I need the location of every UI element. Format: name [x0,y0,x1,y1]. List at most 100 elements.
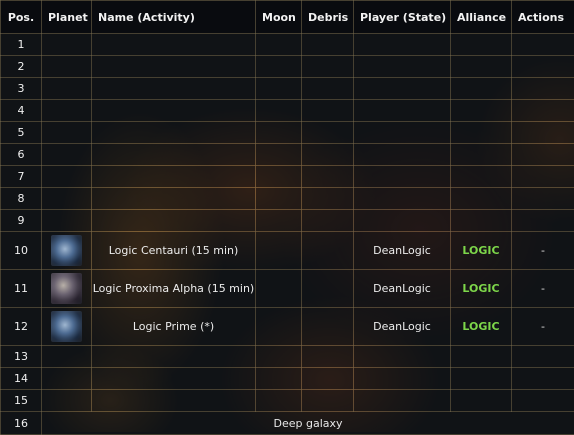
player-name-link[interactable]: DeanLogic [354,308,451,346]
debris-cell [302,368,354,390]
planet-cell [42,346,92,368]
planet-blue-icon[interactable] [51,311,82,342]
table-row: 11 Logic Proxima Alpha (15 min) DeanLogi… [1,270,574,308]
alliance-cell [451,122,512,144]
actions-cell [512,78,574,100]
moon-cell [256,188,302,210]
player-cell [354,368,451,390]
player-cell [354,210,451,232]
player-cell [354,78,451,100]
moon-cell [256,308,302,346]
moon-cell [256,78,302,100]
planet-cell [42,122,92,144]
position-cell: 5 [1,122,42,144]
player-cell [354,100,451,122]
name-cell [92,210,256,232]
table-row: 5 [1,122,574,144]
moon-cell [256,34,302,56]
planet-cell [42,210,92,232]
planet-cell [42,270,92,308]
debris-cell [302,188,354,210]
moon-cell [256,346,302,368]
col-alliance-header: Alliance [451,1,512,34]
galaxy-table: Pos. Planet Name (Activity) Moon Debris … [0,0,574,435]
actions-cell [512,368,574,390]
col-moon-header: Moon [256,1,302,34]
player-cell [354,188,451,210]
table-row: 9 [1,210,574,232]
player-cell [354,144,451,166]
debris-cell [302,144,354,166]
alliance-cell [451,78,512,100]
alliance-cell [451,346,512,368]
debris-cell [302,346,354,368]
moon-cell [256,144,302,166]
moon-cell [256,166,302,188]
planet-name-link[interactable]: Logic Proxima Alpha (15 min) [92,270,256,308]
actions-cell [512,34,574,56]
actions-cell [512,210,574,232]
player-name-link[interactable]: DeanLogic [354,270,451,308]
table-row: 4 [1,100,574,122]
alliance-link[interactable]: LOGIC [451,270,512,308]
debris-cell [302,390,354,412]
player-name-link[interactable]: DeanLogic [354,232,451,270]
alliance-link[interactable]: LOGIC [451,232,512,270]
planet-blue-icon[interactable] [51,235,82,266]
planet-cell [42,188,92,210]
debris-cell [302,270,354,308]
planet-name-link[interactable]: Logic Centauri (15 min) [92,232,256,270]
col-pos-header: Pos. [1,1,42,34]
table-row: 3 [1,78,574,100]
moon-cell [256,270,302,308]
planet-cell [42,144,92,166]
actions-cell [512,144,574,166]
position-cell: 8 [1,188,42,210]
actions-cell [512,188,574,210]
table-row: 15 [1,390,574,412]
alliance-cell [451,56,512,78]
table-row: 2 [1,56,574,78]
planet-cell [42,34,92,56]
alliance-cell [451,368,512,390]
position-cell: 3 [1,78,42,100]
deep-galaxy-row: 16 Deep galaxy [1,412,574,435]
name-cell [92,390,256,412]
name-cell [92,56,256,78]
planet-name-link[interactable]: Logic Prime (*) [92,308,256,346]
planet-grey-icon[interactable] [51,273,82,304]
col-debris-header: Debris [302,1,354,34]
name-cell [92,346,256,368]
table-row: 6 [1,144,574,166]
actions-cell [512,56,574,78]
position-cell: 1 [1,34,42,56]
actions-cell [512,122,574,144]
table-row: 12 Logic Prime (*) DeanLogic LOGIC - [1,308,574,346]
planet-cell [42,100,92,122]
position-cell: 2 [1,56,42,78]
position-cell: 14 [1,368,42,390]
name-cell [92,100,256,122]
debris-cell [302,56,354,78]
actions-cell [512,346,574,368]
alliance-link[interactable]: LOGIC [451,308,512,346]
name-cell [92,188,256,210]
table-row: 10 Logic Centauri (15 min) DeanLogic LOG… [1,232,574,270]
actions-cell [512,390,574,412]
planet-cell [42,308,92,346]
table-row: 7 [1,166,574,188]
alliance-cell [451,144,512,166]
galaxy-view: Pos. Planet Name (Activity) Moon Debris … [0,0,574,432]
table-row: 1 [1,34,574,56]
debris-cell [302,100,354,122]
actions-cell: - [512,232,574,270]
player-cell [354,346,451,368]
position-cell: 7 [1,166,42,188]
name-cell [92,166,256,188]
name-cell [92,122,256,144]
col-planet-header: Planet [42,1,92,34]
position-cell: 12 [1,308,42,346]
position-cell: 13 [1,346,42,368]
player-cell [354,34,451,56]
debris-cell [302,166,354,188]
